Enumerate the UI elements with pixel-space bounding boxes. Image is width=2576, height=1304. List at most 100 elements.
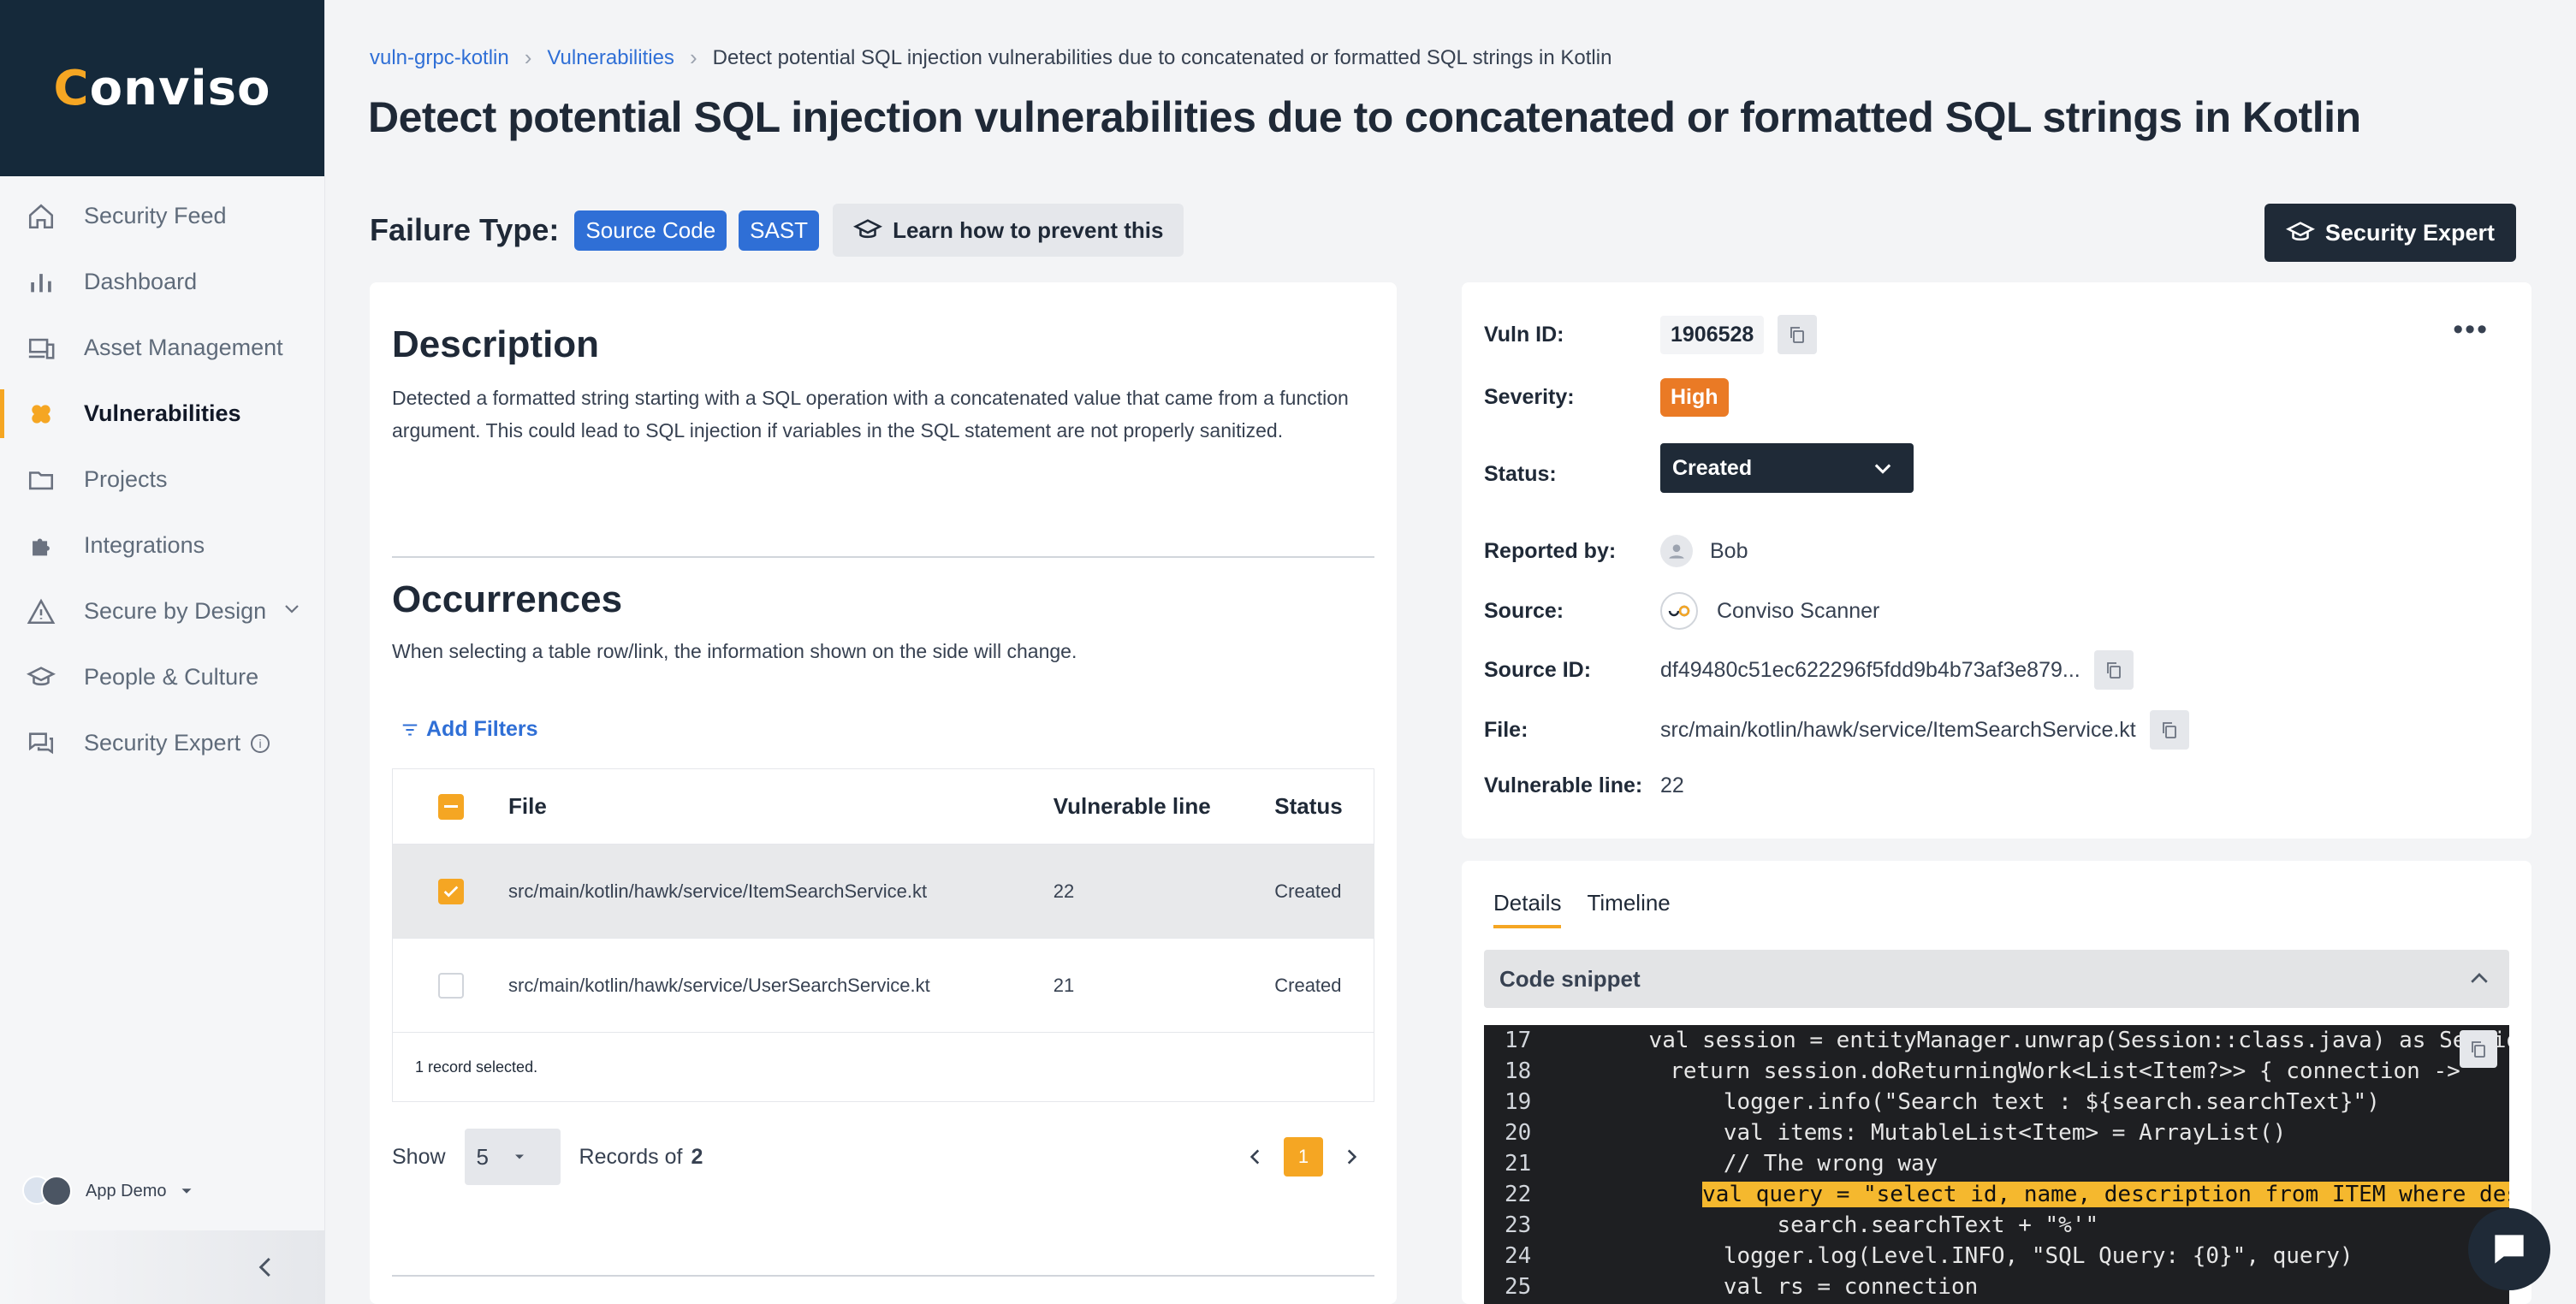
page-size-select[interactable]: 5: [464, 1129, 561, 1185]
description-card: Description Detected a formatted string …: [370, 282, 1397, 1304]
occurrences-title: Occurrences: [392, 578, 623, 620]
code-text: val rs = connection: [1563, 1274, 1979, 1300]
breadcrumb-vulnerabilities[interactable]: Vulnerabilities: [547, 46, 674, 70]
sidebar-item-asset-management[interactable]: Asset Management: [0, 315, 324, 381]
line-number: 23: [1484, 1210, 1552, 1241]
status-row: Status: Created: [1484, 443, 1914, 493]
security-expert-button[interactable]: Security Expert: [2264, 204, 2516, 262]
chip-source-code: Source Code: [574, 210, 727, 251]
copy-source-id-button[interactable]: [2093, 650, 2134, 690]
description-text: Detected a formatted string starting wit…: [392, 387, 1349, 442]
page-controls: 1: [1244, 1137, 1362, 1177]
row-line: 21: [1053, 974, 1075, 996]
row-status: Created: [1274, 974, 1342, 996]
sidebar-item-security-expert[interactable]: Security Expert i: [0, 710, 324, 776]
graduation-cap-icon: [2285, 222, 2315, 241]
warning-icon: [26, 596, 56, 627]
info-icon[interactable]: i: [251, 733, 270, 753]
copy-vuln-id-button[interactable]: [1778, 315, 1818, 354]
caret-down-icon: [181, 1188, 191, 1194]
line-number: 19: [1484, 1087, 1552, 1117]
folder-icon: [26, 465, 56, 495]
logo[interactable]: Conviso: [0, 0, 324, 176]
more-options-icon[interactable]: •••: [2453, 313, 2489, 347]
code-snippet-title: Code snippet: [1499, 965, 1641, 992]
pagination: Show 5 Records of 2 1: [392, 1123, 1374, 1191]
code-line: 17 val session = entityManager.unwrap(Se…: [1484, 1025, 2509, 1056]
collapse-sidebar-button[interactable]: [0, 1230, 325, 1304]
chat-icon: [26, 728, 56, 759]
graduation-cap-icon: [853, 219, 883, 239]
page-title: Detect potential SQL injection vulnerabi…: [368, 93, 2361, 141]
table-row[interactable]: src/main/kotlin/hawk/service/ItemSearchS…: [393, 845, 1374, 939]
sidebar-item-label: Dashboard: [84, 269, 198, 294]
code-snippet: 17 val session = entityManager.unwrap(Se…: [1484, 1025, 2509, 1304]
sidebar-item-integrations[interactable]: Integrations: [0, 513, 324, 578]
sidebar-item-dashboard[interactable]: Dashboard: [0, 249, 324, 315]
bar-chart-icon: [26, 267, 56, 298]
user-menu[interactable]: App Demo: [22, 1174, 196, 1208]
sidebar-item-label: People & Culture: [84, 664, 259, 690]
row-checkbox[interactable]: [437, 878, 464, 904]
table-row[interactable]: src/main/kotlin/hawk/service/UserSearchS…: [393, 939, 1374, 1033]
code-text: logger.log(Level.INFO, "SQL Query: {0}",…: [1563, 1243, 2353, 1269]
status-select[interactable]: Created: [1660, 443, 1914, 493]
select-all-checkbox[interactable]: [437, 793, 464, 820]
code-snippet-header[interactable]: Code snippet: [1484, 950, 2509, 1008]
sidebar-nav: Security Feed Dashboard Asset Management Vu…: [0, 183, 324, 776]
chevron-down-icon[interactable]: [282, 598, 302, 625]
breadcrumb-project[interactable]: vuln-grpc-kotlin: [370, 46, 509, 70]
sidebar-item-projects[interactable]: Projects: [0, 447, 324, 513]
occurrences-table: File Vulnerable line Status src/main/kot…: [392, 768, 1374, 1102]
sidebar: Conviso Security Feed Dashboard Asset Mana…: [0, 0, 325, 1304]
learn-prevent-button[interactable]: Learn how to prevent this: [833, 204, 1184, 257]
column-header-status[interactable]: Status: [1274, 793, 1374, 820]
copy-icon: [2106, 662, 2121, 679]
row-line: 22: [1053, 880, 1075, 902]
user-icon: [1660, 535, 1693, 567]
highlighted-code: val query = "select id, name, descriptio…: [1702, 1182, 2509, 1207]
page-button-1[interactable]: 1: [1284, 1137, 1323, 1177]
caret-down-icon: [515, 1154, 525, 1159]
failure-type-row: Failure Type: Source Code SAST Learn how…: [370, 204, 1184, 257]
show-label: Show: [392, 1144, 446, 1169]
code-text: return session.doReturningWork<List<Item…: [1563, 1058, 2460, 1084]
line-number: 21: [1484, 1148, 1552, 1179]
vulnerable-line-value: 22: [1660, 774, 1684, 797]
add-filters-button[interactable]: Add Filters: [401, 717, 538, 742]
sidebar-item-people-culture[interactable]: People & Culture: [0, 644, 324, 710]
logo-text: Conviso: [53, 60, 271, 116]
source-row: Source: Conviso Scanner: [1484, 592, 1879, 630]
details-tabs: Details Timeline: [1493, 890, 1671, 928]
chevron-right-icon: ›: [524, 44, 532, 70]
code-line: 23 search.searchText + "%'": [1484, 1210, 2509, 1241]
code-text: logger.info("Search text : ${search.sear…: [1563, 1089, 2380, 1115]
vulnerability-info-card: ••• Vuln ID: 1906528 Severity: High Stat…: [1462, 282, 2531, 839]
tab-details[interactable]: Details: [1493, 890, 1562, 928]
sidebar-item-security-feed[interactable]: Security Feed: [0, 183, 324, 249]
tab-timeline[interactable]: Timeline: [1587, 890, 1670, 928]
chevron-right-icon[interactable]: [1340, 1146, 1362, 1168]
sidebar-item-vulnerabilities[interactable]: Vulnerabilities: [0, 381, 324, 447]
description-title: Description: [392, 323, 600, 365]
copy-code-button[interactable]: [2460, 1030, 2497, 1068]
page-size-value: 5: [476, 1143, 490, 1170]
row-checkbox[interactable]: [437, 972, 464, 999]
column-header-file[interactable]: File: [508, 793, 1054, 820]
puzzle-icon: [26, 530, 56, 561]
chat-button[interactable]: [2468, 1208, 2550, 1290]
copy-file-button[interactable]: [2149, 710, 2189, 750]
sidebar-item-label: Secure by Design: [84, 598, 267, 624]
divider: [392, 1275, 1374, 1277]
chevron-left-icon[interactable]: [1244, 1146, 1267, 1168]
column-header-vulnerable-line[interactable]: Vulnerable line: [1054, 793, 1275, 820]
vuln-id-row: Vuln ID: 1906528: [1484, 315, 1818, 354]
conviso-scanner-icon: [1660, 592, 1698, 630]
row-file: src/main/kotlin/hawk/service/ItemSearchS…: [508, 880, 928, 902]
line-number: 25: [1484, 1271, 1552, 1302]
avatar: [22, 1174, 74, 1208]
copy-icon: [2472, 1041, 2485, 1058]
code-text: search.searchText + "%'": [1563, 1212, 2099, 1238]
sidebar-item-secure-by-design[interactable]: Secure by Design: [0, 578, 324, 644]
chevron-down-icon: [1874, 464, 1891, 474]
